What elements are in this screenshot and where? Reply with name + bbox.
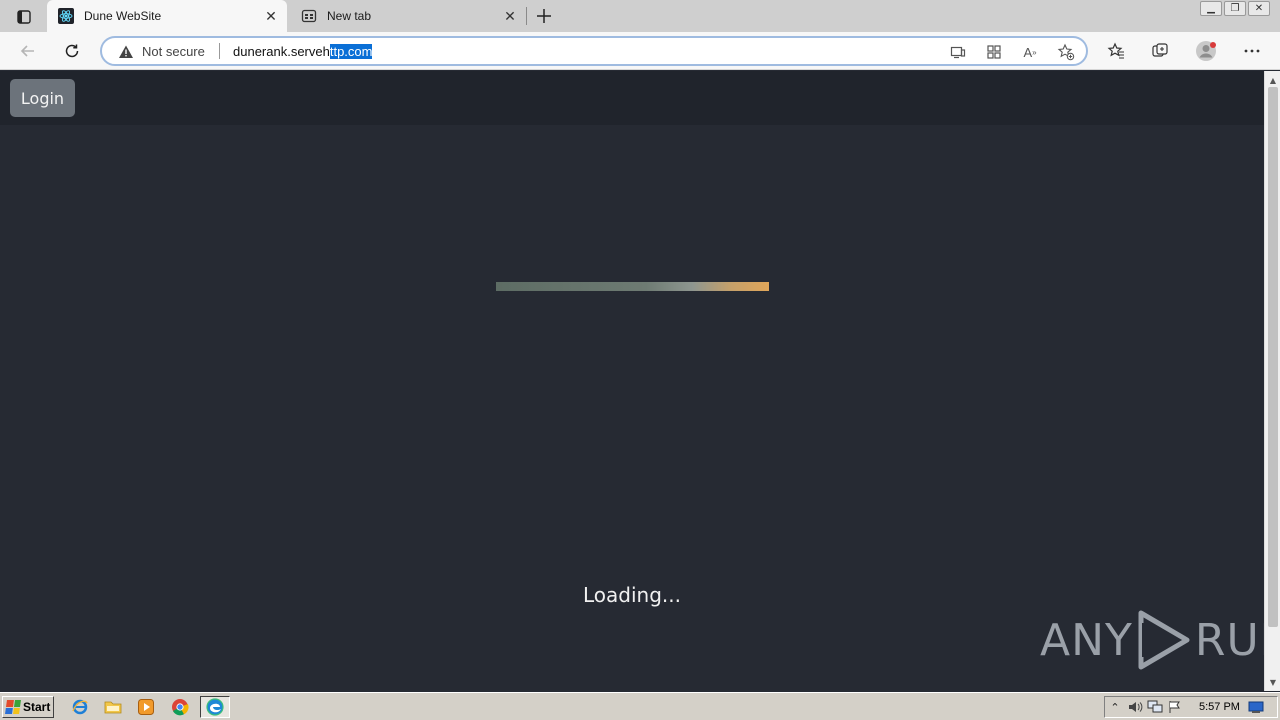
address-divider bbox=[219, 43, 220, 59]
minimize-icon: ▁ bbox=[1207, 3, 1215, 14]
restore-icon: ❐ bbox=[1230, 3, 1240, 14]
internet-explorer-icon[interactable] bbox=[70, 698, 90, 716]
page-scrollbar[interactable]: ▲ ▼ bbox=[1264, 71, 1280, 691]
show-desktop-icon[interactable] bbox=[1246, 698, 1266, 716]
network-icon[interactable] bbox=[1145, 698, 1165, 716]
refresh-icon bbox=[65, 44, 79, 58]
extensions-grid-icon[interactable] bbox=[984, 42, 1004, 62]
action-center-flag-icon[interactable] bbox=[1165, 698, 1185, 716]
address-bar[interactable]: Not secure dunerank.servehttp.com A» bbox=[100, 36, 1088, 66]
tab-divider bbox=[526, 7, 527, 25]
collections-button[interactable] bbox=[1146, 37, 1174, 65]
start-button[interactable]: Start bbox=[2, 696, 54, 718]
web-page: Login Loading... ANY RUN bbox=[0, 71, 1280, 691]
read-aloud-icon[interactable]: A» bbox=[1020, 42, 1040, 62]
more-horizontal-icon bbox=[1244, 49, 1260, 53]
plus-icon bbox=[537, 9, 551, 23]
scroll-thumb[interactable] bbox=[1268, 87, 1278, 627]
collections-icon bbox=[1152, 43, 1168, 57]
close-tab-icon[interactable]: ✕ bbox=[261, 6, 281, 26]
tray-expand-icon[interactable]: ⌃ bbox=[1105, 698, 1125, 716]
window-controls: ▁ ❐ ✕ bbox=[1200, 1, 1270, 16]
url-plain: dunerank.serveh bbox=[233, 44, 330, 59]
tab-title: New tab bbox=[327, 9, 372, 23]
not-secure-label[interactable]: Not secure bbox=[142, 44, 205, 59]
clock[interactable]: 5:57 PM bbox=[1199, 701, 1240, 713]
tab-new-tab[interactable]: New tab ✕ bbox=[290, 0, 526, 32]
close-icon: ✕ bbox=[1254, 3, 1264, 14]
back-arrow-icon bbox=[20, 45, 34, 57]
start-label: Start bbox=[23, 700, 51, 714]
add-favorite-icon[interactable] bbox=[1056, 42, 1076, 62]
restore-button[interactable]: ❐ bbox=[1224, 1, 1246, 16]
play-logo-icon bbox=[1138, 610, 1190, 670]
edge-taskbar-icon[interactable] bbox=[200, 696, 230, 718]
login-button[interactable]: Login bbox=[10, 79, 75, 117]
back-button[interactable] bbox=[14, 37, 42, 65]
warning-icon[interactable] bbox=[118, 44, 134, 64]
chrome-icon[interactable] bbox=[170, 698, 190, 716]
tab-actions-icon bbox=[17, 10, 31, 24]
loading-text: Loading... bbox=[583, 583, 681, 607]
volume-icon[interactable] bbox=[1125, 698, 1145, 716]
favorites-icon bbox=[1107, 42, 1124, 59]
close-window-button[interactable]: ✕ bbox=[1248, 1, 1270, 16]
minimize-button[interactable]: ▁ bbox=[1200, 1, 1222, 16]
scroll-down-arrow-icon[interactable]: ▼ bbox=[1265, 675, 1280, 689]
new-tab-favicon-icon bbox=[301, 8, 317, 24]
system-tray: ⌃ 5:57 PM bbox=[1104, 696, 1278, 718]
windows-flag-icon bbox=[5, 700, 21, 714]
app-available-icon[interactable] bbox=[948, 42, 968, 62]
close-tab-icon[interactable]: ✕ bbox=[500, 6, 520, 26]
tab-dune-website[interactable]: Dune WebSite ✕ bbox=[47, 0, 287, 32]
file-explorer-icon[interactable] bbox=[103, 698, 123, 716]
settings-menu-button[interactable] bbox=[1238, 37, 1266, 65]
anyrun-watermark: ANY RUN bbox=[1040, 609, 1280, 671]
profile-button[interactable] bbox=[1192, 37, 1220, 65]
loading-image bbox=[496, 282, 769, 291]
tab-strip: Dune WebSite ✕ New tab ✕ ▁ ❐ ✕ bbox=[0, 0, 1280, 32]
url-selected: ttp.com bbox=[329, 44, 373, 59]
refresh-button[interactable] bbox=[58, 37, 86, 65]
profile-avatar-icon bbox=[1196, 41, 1216, 61]
tab-title: Dune WebSite bbox=[84, 9, 162, 23]
tab-actions-button[interactable] bbox=[8, 6, 40, 28]
scroll-up-arrow-icon[interactable]: ▲ bbox=[1265, 73, 1280, 87]
site-navbar: Login bbox=[0, 71, 1264, 125]
media-player-icon[interactable] bbox=[136, 698, 156, 716]
browser-toolbar: Not secure dunerank.servehttp.com A» bbox=[0, 32, 1280, 70]
react-favicon-icon bbox=[58, 8, 74, 24]
taskbar: Start ⌃ 5:57 PM bbox=[0, 692, 1280, 720]
new-tab-button[interactable] bbox=[533, 5, 555, 27]
watermark-text-left: ANY bbox=[1040, 614, 1133, 666]
url-text[interactable]: dunerank.servehttp.com bbox=[233, 44, 373, 59]
favorites-button[interactable] bbox=[1102, 37, 1130, 65]
